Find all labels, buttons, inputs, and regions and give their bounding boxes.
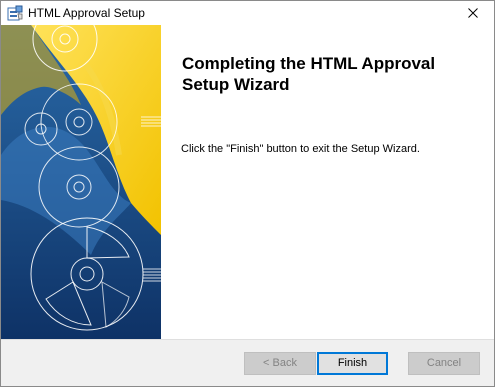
- window-title: HTML Approval Setup: [28, 6, 145, 20]
- wizard-heading: Completing the HTML Approval Setup Wizar…: [182, 54, 436, 94]
- cancel-button[interactable]: Cancel: [408, 352, 480, 375]
- cd-disc-artwork: [1, 25, 161, 339]
- wizard-message: Click the "Finish" button to exit the Se…: [181, 143, 420, 155]
- wizard-banner: [1, 25, 161, 339]
- setup-installer-icon: [7, 5, 23, 21]
- back-button[interactable]: < Back: [244, 352, 316, 375]
- finish-button[interactable]: Finish: [317, 352, 388, 375]
- setup-dialog: HTML Approval Setup Completing the HTML …: [0, 0, 495, 387]
- title-bar: HTML Approval Setup: [1, 1, 494, 25]
- close-icon: [468, 8, 478, 18]
- close-button[interactable]: [452, 1, 494, 25]
- button-bar: < Back Finish Cancel: [1, 339, 494, 386]
